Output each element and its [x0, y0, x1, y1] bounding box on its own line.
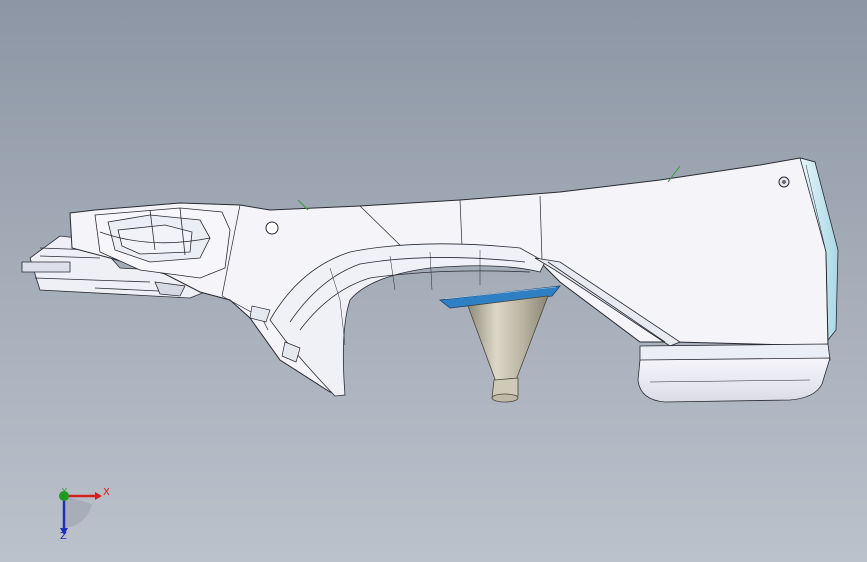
graphics-viewport[interactable]: X Y Z [0, 0, 867, 562]
coordinate-triad: X Y Z [40, 478, 120, 548]
axis-y-label: Y [62, 487, 67, 496]
axis-z-label: Z [60, 531, 67, 542]
funnel-boss [467, 295, 549, 403]
axis-x-label: X [103, 487, 110, 498]
mount-hole-left [265, 221, 279, 235]
part-model[interactable] [0, 0, 867, 562]
lower-bumper [637, 343, 831, 403]
